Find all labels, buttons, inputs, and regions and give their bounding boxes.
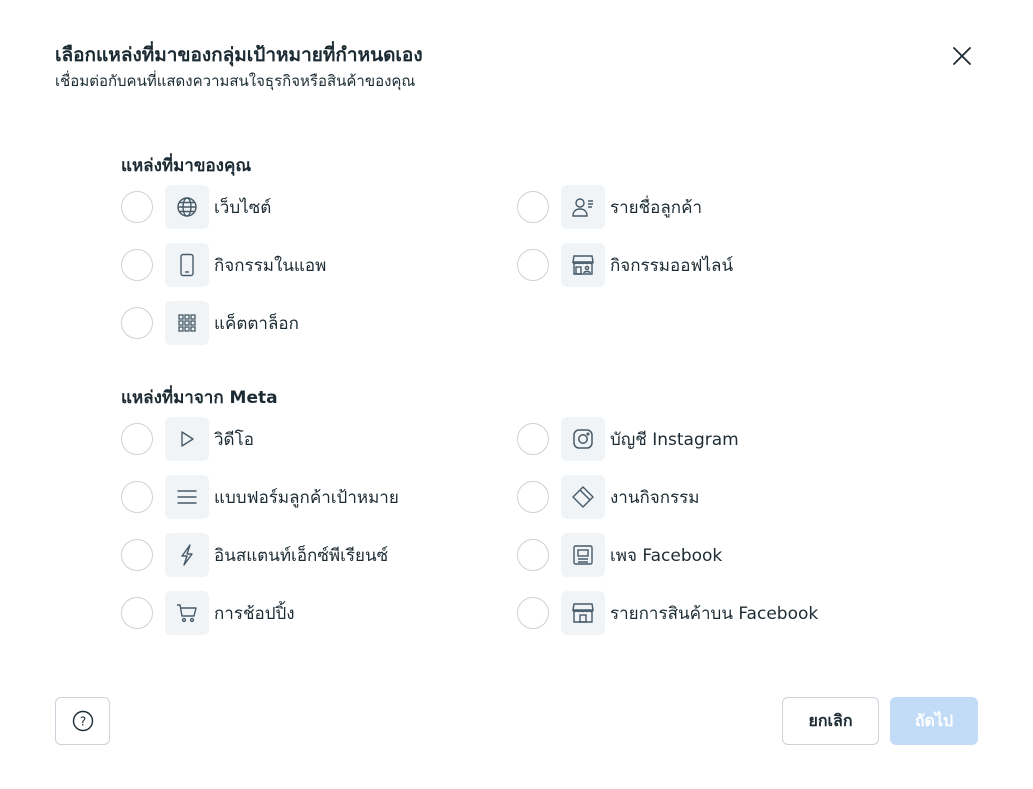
section-title-meta-sources: แหล่งที่มาจาก Meta (121, 388, 278, 408)
option-label: รายการสินค้าบน Facebook (610, 603, 819, 624)
lightning-icon (165, 533, 209, 577)
option-app-activity[interactable]: กิจกรรมในแอพ (121, 243, 326, 287)
radio-button[interactable] (121, 249, 153, 281)
dialog-subtitle: เชื่อมต่อกับคนที่แสดงความสนใจธุรกิจหรือส… (55, 72, 416, 90)
custom-audience-source-dialog: เลือกแหล่งที่มาของกลุ่มเป้าหมายที่กำหนดเ… (0, 0, 1033, 789)
option-label: วิดีโอ (214, 429, 254, 450)
option-label: กิจกรรมในแอพ (214, 255, 327, 276)
radio-button[interactable] (121, 307, 153, 339)
help-icon: ? (72, 710, 94, 732)
svg-text:?: ? (79, 715, 85, 729)
option-label: อินสแตนท์เอ็กซ์พีเรียนซ์ (214, 545, 389, 566)
offline-store-icon (561, 243, 605, 287)
option-label: รายชื่อลูกค้า (610, 197, 703, 218)
option-events[interactable]: งานกิจกรรม (517, 475, 699, 519)
option-offline-activity[interactable]: กิจกรรมออฟไลน์ (517, 243, 733, 287)
option-lead-form[interactable]: แบบฟอร์มลูกค้าเป้าหมาย (121, 475, 399, 519)
play-icon (165, 417, 209, 461)
catalog-grid-icon (165, 301, 209, 345)
option-instant-experience[interactable]: อินสแตนท์เอ็กซ์พีเรียนซ์ (121, 533, 388, 577)
shopping-cart-icon (165, 591, 209, 635)
option-catalog[interactable]: แค็ตตาล็อก (121, 301, 299, 345)
radio-button[interactable] (517, 539, 549, 571)
radio-button[interactable] (121, 597, 153, 629)
event-ticket-icon (561, 475, 605, 519)
option-label: แค็ตตาล็อก (214, 313, 299, 334)
option-shopping[interactable]: การช้อปปิ้ง (121, 591, 295, 635)
cancel-button[interactable]: ยกเลิก (782, 697, 879, 745)
section-title-your-sources: แหล่งที่มาของคุณ (121, 156, 252, 176)
option-label: กิจกรรมออฟไลน์ (610, 255, 734, 276)
radio-button[interactable] (517, 249, 549, 281)
close-icon (952, 46, 972, 66)
option-label: เว็บไซต์ (214, 197, 272, 218)
option-customer-list[interactable]: รายชื่อลูกค้า (517, 185, 702, 229)
facebook-page-icon (561, 533, 605, 577)
option-label: แบบฟอร์มลูกค้าเป้าหมาย (214, 487, 399, 508)
radio-button[interactable] (121, 481, 153, 513)
customer-list-icon (561, 185, 605, 229)
option-facebook-page[interactable]: เพจ Facebook (517, 533, 722, 577)
instagram-icon (561, 417, 605, 461)
radio-button[interactable] (517, 481, 549, 513)
lead-form-icon (165, 475, 209, 519)
option-label: เพจ Facebook (610, 545, 723, 566)
dialog-title: เลือกแหล่งที่มาของกลุ่มเป้าหมายที่กำหนดเ… (55, 44, 423, 66)
option-label: การช้อปปิ้ง (214, 603, 295, 624)
radio-button[interactable] (121, 423, 153, 455)
option-instagram-account[interactable]: บัญชี Instagram (517, 417, 739, 461)
option-label: บัญชี Instagram (610, 429, 739, 450)
radio-button[interactable] (121, 191, 153, 223)
next-button[interactable]: ถัดไป (890, 697, 978, 745)
globe-icon (165, 185, 209, 229)
radio-button[interactable] (121, 539, 153, 571)
radio-button[interactable] (517, 191, 549, 223)
option-website[interactable]: เว็บไซต์ (121, 185, 271, 229)
close-button[interactable] (946, 40, 978, 72)
radio-button[interactable] (517, 423, 549, 455)
mobile-app-icon (165, 243, 209, 287)
help-button[interactable]: ? (55, 697, 110, 745)
option-facebook-listings[interactable]: รายการสินค้าบน Facebook (517, 591, 818, 635)
radio-button[interactable] (517, 597, 549, 629)
marketplace-store-icon (561, 591, 605, 635)
option-video[interactable]: วิดีโอ (121, 417, 254, 461)
option-label: งานกิจกรรม (610, 487, 700, 508)
